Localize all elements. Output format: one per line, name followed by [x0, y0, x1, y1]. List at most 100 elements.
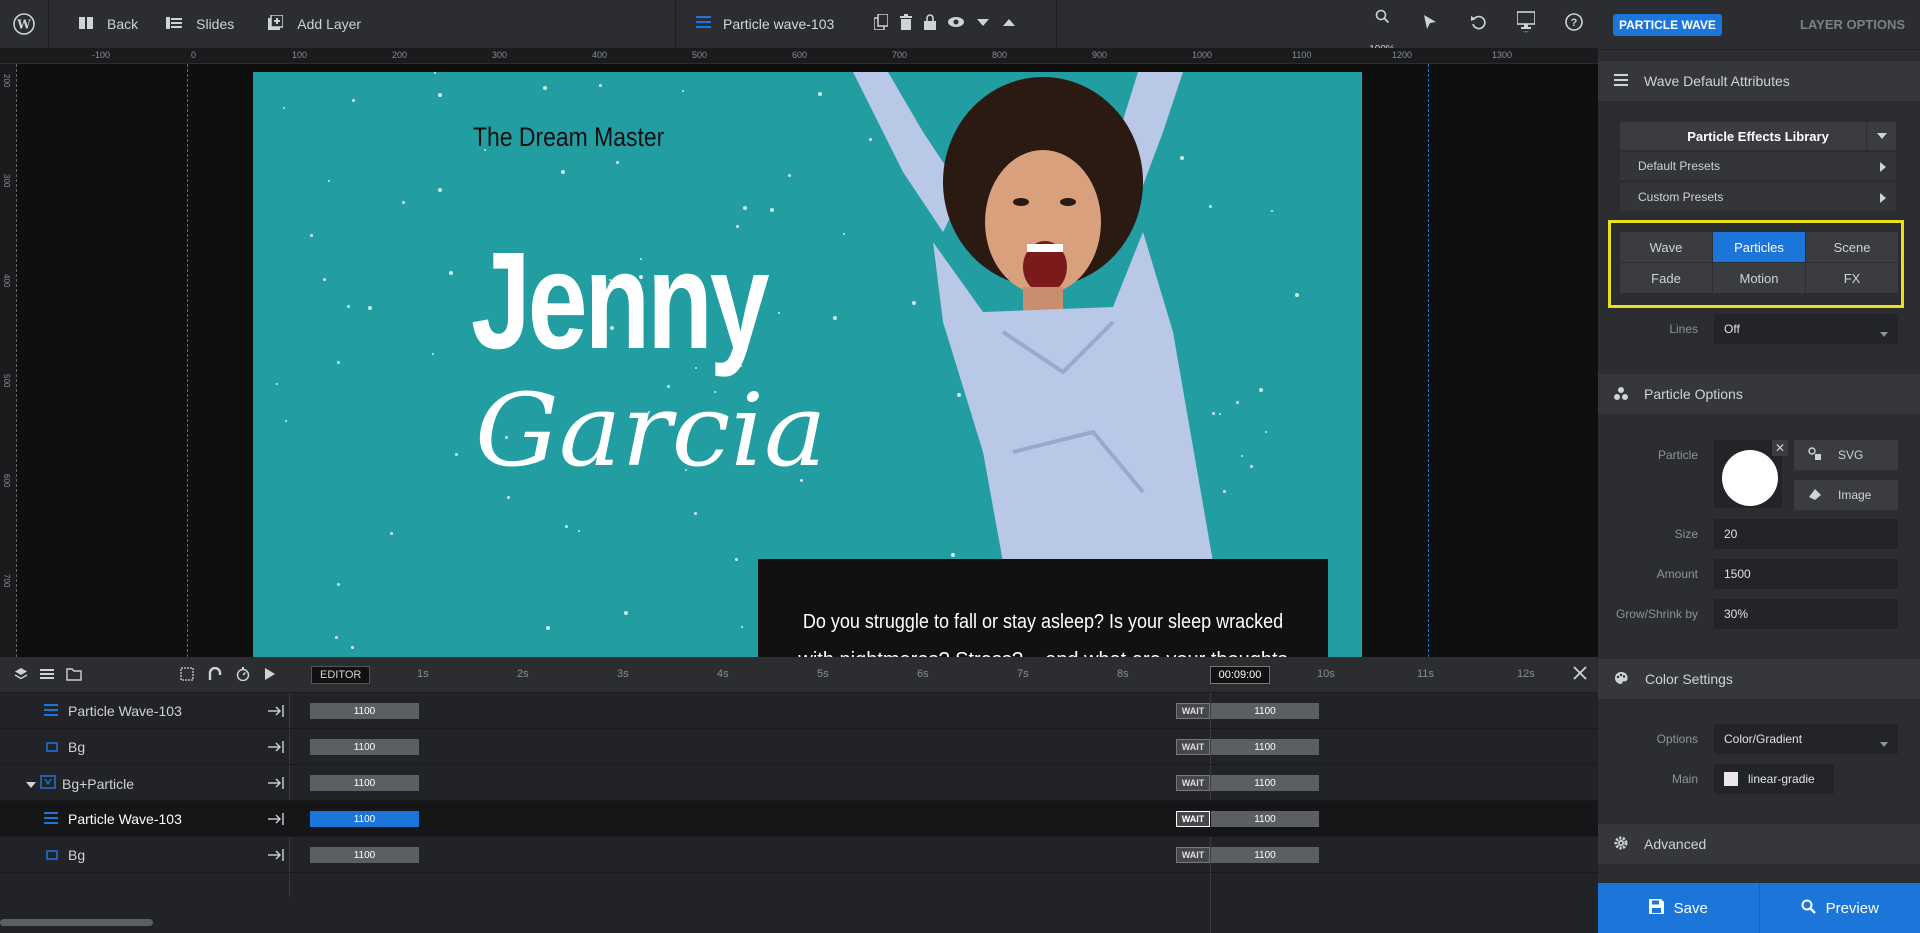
svg-button[interactable]: SVG — [1794, 440, 1898, 470]
list-icon[interactable] — [40, 667, 54, 686]
timeline-row[interactable]: Particle Wave-103 1100 WAIT 1100 — [0, 693, 1598, 729]
layer-out-bar[interactable]: 1100 — [1211, 811, 1319, 827]
device-view-button[interactable] — [1502, 10, 1550, 38]
play-icon[interactable] — [264, 667, 276, 686]
particle-dot — [599, 84, 602, 87]
wordpress-logo-icon[interactable]: W — [0, 0, 48, 48]
preview-button[interactable]: Preview — [1758, 883, 1920, 933]
undo-button[interactable] — [1454, 14, 1502, 35]
help-button[interactable]: ? — [1550, 12, 1598, 36]
main-color-picker[interactable]: linear-gradie — [1714, 764, 1834, 794]
layer-out-bar[interactable]: 1100 — [1211, 739, 1319, 755]
timeline-group-row[interactable]: Bg+Particle 1100 WAIT 1100 — [0, 765, 1598, 801]
save-label: Save — [1673, 899, 1708, 917]
timeline-second: 7s — [1017, 668, 1029, 680]
folder-icon[interactable] — [66, 667, 82, 686]
wait-marker[interactable]: WAIT — [1176, 847, 1210, 863]
view-tools: 100% ? — [1358, 0, 1598, 55]
section-particle-options[interactable]: Particle Options — [1598, 374, 1920, 414]
size-label: Size — [1674, 527, 1698, 541]
section-wave-default-attributes[interactable]: Wave Default Attributes — [1598, 61, 1920, 101]
save-button[interactable]: Save — [1598, 883, 1759, 933]
particle-dot — [323, 278, 326, 281]
visibility-icon[interactable] — [948, 14, 964, 35]
close-timeline-icon[interactable] — [1572, 665, 1588, 686]
timeline-horizontal-scrollbar[interactable] — [0, 919, 153, 926]
pin-to-end-icon[interactable] — [268, 776, 284, 794]
stopwatch-icon[interactable] — [236, 667, 250, 686]
pin-to-end-icon[interactable] — [268, 704, 284, 722]
svg-text:?: ? — [1571, 17, 1578, 29]
tab-wave[interactable]: Wave — [1620, 232, 1712, 262]
current-time-display[interactable]: 00:09:00 — [1210, 666, 1270, 684]
particle-dot — [565, 525, 568, 528]
selection-box-icon[interactable] — [180, 667, 194, 686]
timeline-row[interactable]: Bg 1100 WAIT 1100 — [0, 837, 1598, 873]
remove-particle-icon[interactable]: ✕ — [1772, 440, 1788, 456]
layer-out-bar[interactable]: 1100 — [1211, 703, 1319, 719]
layer-in-bar[interactable]: 1100 — [310, 775, 419, 791]
custom-presets-row[interactable]: Custom Presets — [1620, 183, 1896, 211]
amount-input[interactable]: 1500 — [1714, 559, 1898, 589]
particle-wave-badge[interactable]: PARTICLE WAVE — [1613, 13, 1722, 36]
layer-options-link[interactable]: LAYER OPTIONS — [1800, 17, 1905, 32]
person-image[interactable] — [813, 72, 1273, 562]
pin-to-end-icon[interactable] — [268, 848, 284, 866]
layer-out-bar[interactable]: 1100 — [1211, 775, 1319, 791]
move-up-icon[interactable] — [1002, 14, 1016, 35]
slide-canvas[interactable]: The Dream Master Jenny Garcia Do you str… — [253, 72, 1362, 657]
particle-dot — [788, 174, 791, 177]
layers-icon[interactable] — [14, 667, 28, 686]
layer-out-bar[interactable]: 1100 — [1211, 847, 1319, 863]
wait-marker[interactable]: WAIT — [1176, 811, 1210, 827]
wait-marker[interactable]: WAIT — [1176, 775, 1210, 791]
delete-icon[interactable] — [900, 14, 912, 35]
grow-shrink-label: Grow/Shrink by — [1615, 607, 1698, 621]
tab-motion[interactable]: Motion — [1713, 263, 1805, 293]
default-presets-row[interactable]: Default Presets — [1620, 152, 1896, 180]
layer-in-bar[interactable]: 1100 — [310, 847, 419, 863]
chevron-down-icon[interactable] — [1866, 122, 1896, 150]
lock-icon[interactable] — [924, 14, 936, 35]
section-color-settings[interactable]: Color Settings — [1598, 659, 1920, 699]
particle-shape-preview[interactable]: ✕ — [1714, 440, 1788, 508]
color-options-select[interactable]: Color/Gradient — [1714, 724, 1898, 754]
section-advanced[interactable]: Advanced — [1598, 824, 1920, 864]
size-input[interactable]: 20 — [1714, 519, 1898, 549]
tab-fx[interactable]: FX — [1806, 263, 1898, 293]
layer-in-bar[interactable]: 1100 — [310, 811, 419, 827]
layer-in-bar[interactable]: 1100 — [310, 703, 419, 719]
timeline-row[interactable]: Bg 1100 WAIT 1100 — [0, 729, 1598, 765]
image-button[interactable]: Image — [1794, 480, 1898, 510]
lines-select[interactable]: Off — [1714, 314, 1898, 344]
wait-marker[interactable]: WAIT — [1176, 703, 1210, 719]
grow-shrink-input[interactable]: 30% — [1714, 599, 1898, 629]
pin-to-end-icon[interactable] — [268, 812, 284, 830]
ruler-mark: 200 — [2, 74, 11, 88]
editor-tag[interactable]: EDITOR — [311, 666, 371, 684]
slide-tagline[interactable]: The Dream Master — [473, 122, 664, 153]
duplicate-icon[interactable] — [873, 13, 889, 35]
tab-fade[interactable]: Fade — [1620, 263, 1712, 293]
tab-particles[interactable]: Particles — [1713, 232, 1805, 262]
zoom-control[interactable]: 100% — [1358, 9, 1406, 55]
move-down-icon[interactable] — [976, 14, 990, 35]
slide-first-name[interactable]: Jenny — [471, 222, 770, 381]
add-layer-button[interactable]: Add Layer — [234, 0, 361, 48]
pin-to-end-icon[interactable] — [268, 740, 284, 758]
lines-label: Lines — [1669, 322, 1698, 336]
wait-marker[interactable]: WAIT — [1176, 739, 1210, 755]
layer-in-bar[interactable]: 1100 — [310, 739, 419, 755]
particle-effects-library-button[interactable]: Particle Effects Library — [1620, 122, 1896, 150]
timeline-second: 12s — [1517, 668, 1535, 680]
quote-box[interactable]: Do you struggle to fall or stay asleep? … — [758, 559, 1328, 657]
back-button[interactable]: Back — [49, 0, 138, 48]
magnet-icon[interactable] — [208, 666, 222, 686]
timeline-row-selected[interactable]: Particle Wave-103 1100 WAIT 1100 — [0, 801, 1598, 837]
slides-button[interactable]: Slides — [138, 0, 234, 48]
select-tool[interactable] — [1406, 14, 1454, 35]
collapse-arrow-icon[interactable] — [26, 776, 36, 792]
slide-last-name[interactable]: Garcia — [475, 372, 827, 489]
particle-dot — [546, 626, 550, 630]
tab-scene[interactable]: Scene — [1806, 232, 1898, 262]
